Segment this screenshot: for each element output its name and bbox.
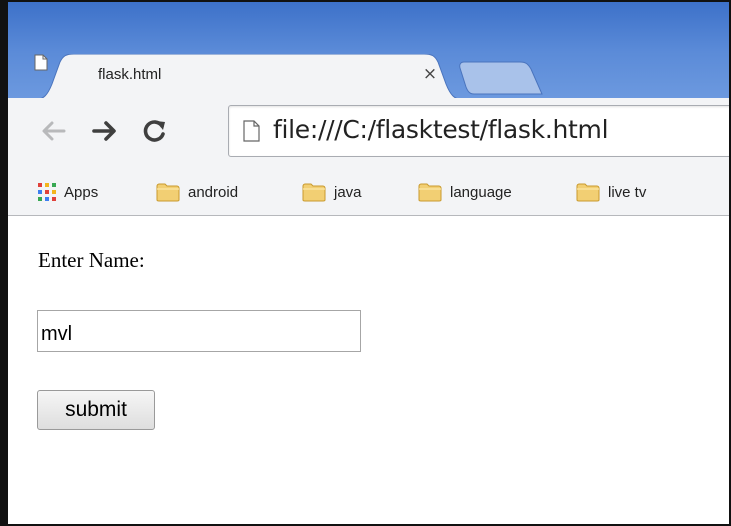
bookmarks-bar: Apps android java language live tv [8,170,729,216]
forward-arrow-icon [92,121,116,141]
name-label: Enter Name: [38,248,145,272]
bookmark-label: Apps [64,183,99,201]
url-text[interactable]: file:///C:/flasktest/flask.html [273,115,609,144]
submit-button[interactable]: submit [37,390,155,430]
bookmark-label: language [450,183,512,201]
bookmark-folder-java[interactable]: java [302,179,362,205]
folder-icon [418,183,442,201]
bookmark-folder-android[interactable]: android [156,179,238,205]
bookmark-label: live tv [608,183,647,201]
reload-icon [143,120,165,142]
forward-button[interactable] [88,114,122,148]
address-bar[interactable]: file:///C:/flasktest/flask.html [228,105,729,157]
close-icon[interactable]: × [420,64,440,84]
page-icon [34,54,48,71]
folder-icon [302,183,326,201]
bookmark-label: java [334,183,362,201]
new-tab-button[interactable] [458,60,544,96]
back-arrow-icon [42,121,66,141]
browser-toolbar: file:///C:/flasktest/flask.html [8,98,729,170]
page-content: Enter Name: submit [8,216,729,524]
apps-grid-icon [38,183,56,201]
tab-title: flask.html [98,66,162,83]
reload-button[interactable] [138,114,172,148]
bookmark-apps[interactable]: Apps [38,179,98,205]
page-icon [243,120,260,142]
bookmark-folder-language[interactable]: language [418,179,512,205]
bookmark-folder-live-tv[interactable]: live tv [576,179,646,205]
bookmark-label: android [188,183,239,201]
folder-icon [576,183,600,201]
tab-flask[interactable]: flask.html × [34,54,464,100]
folder-icon [156,183,180,201]
tab-strip: flask.html × [8,2,729,100]
name-input[interactable] [37,310,361,352]
back-button[interactable] [36,114,70,148]
browser-window: flask.html × file:///C:/flasktest/flask.… [0,0,731,526]
